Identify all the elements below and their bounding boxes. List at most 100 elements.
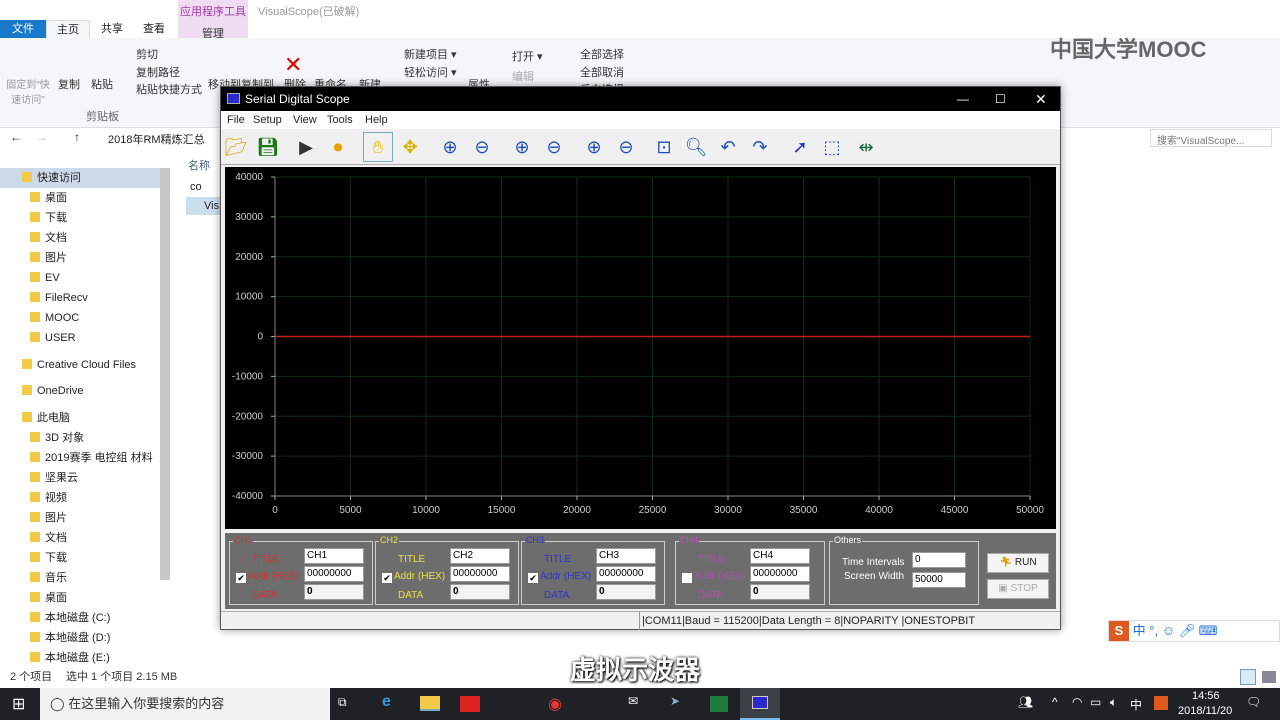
time-intervals-input[interactable]: 0	[912, 552, 966, 568]
run-button[interactable]: 🏃︎ RUN	[987, 553, 1049, 573]
tray-expand-icon[interactable]: ^	[1052, 695, 1058, 709]
forward-icon[interactable]: →	[36, 130, 48, 144]
menu-view[interactable]: View	[293, 111, 317, 129]
mail-icon[interactable]: ✉	[628, 694, 638, 708]
ime-punct[interactable]: °,	[1149, 623, 1158, 638]
title-input[interactable]: CH2	[450, 548, 510, 564]
nav-item[interactable]: 下载	[0, 548, 160, 568]
channel-enable-checkbox[interactable]: ✔	[528, 573, 538, 583]
channel-enable-checkbox[interactable]: ✔	[236, 573, 246, 583]
taskbar-search[interactable]: ◯ 在这里输入你要搜索的内容	[40, 688, 330, 720]
nav-item[interactable]: FileRecv	[0, 288, 160, 308]
nav-item[interactable]: Creative Cloud Files	[0, 355, 160, 375]
menu-setup[interactable]: Setup	[253, 111, 282, 129]
excel-icon[interactable]	[710, 696, 728, 712]
edit-button[interactable]: 编辑	[512, 68, 534, 84]
play-icon[interactable]: ▶	[291, 132, 321, 162]
task-view-icon[interactable]: ⧉	[338, 695, 347, 710]
clock-time[interactable]: 14:56	[1192, 690, 1220, 702]
edge-icon[interactable]: e	[382, 693, 391, 711]
hand-icon[interactable]: ✋︎	[363, 132, 393, 162]
nav-item[interactable]: 快速访问	[0, 168, 160, 188]
cut-button[interactable]: 剪切	[136, 46, 158, 62]
paste-shortcut-button[interactable]: 粘贴快捷方式	[136, 81, 202, 97]
zoom-out-x-icon[interactable]: ⊖	[539, 132, 569, 162]
wifi-icon[interactable]: ◠	[1072, 695, 1082, 709]
addr-input[interactable]: 00000000	[304, 566, 364, 582]
select-box-icon[interactable]: ⬚	[817, 132, 847, 162]
open-button[interactable]: 打开 ▾	[512, 48, 543, 64]
menu-file[interactable]: File	[227, 111, 245, 129]
stop-icon[interactable]: ⏺	[323, 132, 353, 162]
pin-button[interactable]: 固定到"快速访问"	[6, 76, 50, 106]
breadcrumb[interactable]: 2018年RM精炼汇总	[108, 131, 205, 147]
copy-button[interactable]: 复制	[58, 76, 80, 92]
nav-item[interactable]: 桌面	[0, 588, 160, 608]
nav-item[interactable]: 此电脑	[0, 408, 160, 428]
nav-item[interactable]: 本地磁盘 (E:)	[0, 648, 160, 668]
nav-item[interactable]: MOOC	[0, 308, 160, 328]
tab-home[interactable]: 主页	[46, 20, 90, 38]
copy-path-button[interactable]: 复制路径	[136, 64, 180, 80]
up-icon[interactable]: ↑	[74, 130, 80, 144]
column-header-name[interactable]: 名称	[188, 157, 210, 173]
select-all-button[interactable]: 全部选择	[580, 46, 624, 62]
youdao-icon[interactable]	[460, 696, 480, 712]
save-icon[interactable]: 💾︎	[253, 132, 283, 162]
stop-button[interactable]: ▣ STOP	[987, 579, 1049, 599]
nav-item[interactable]: 桌面	[0, 188, 160, 208]
channel-enable-checkbox[interactable]: ✔	[382, 573, 392, 583]
nav-item[interactable]: 文档	[0, 528, 160, 548]
title-input[interactable]: CH3	[596, 548, 656, 564]
nav-item[interactable]: 下载	[0, 208, 160, 228]
ime-indicator[interactable]: 中	[1130, 696, 1142, 713]
nav-item[interactable]: 坚果云	[0, 468, 160, 488]
tab-file[interactable]: 文件	[0, 20, 46, 38]
zoom-fit-icon[interactable]: ⊡	[649, 132, 679, 162]
netease-music-icon[interactable]: ◉	[548, 694, 562, 714]
mic-icon[interactable]: 🎤︎	[1179, 623, 1196, 638]
file-item[interactable]: co	[190, 181, 202, 193]
file-item-selected[interactable]: Vis	[186, 197, 220, 215]
ime-toolbar[interactable]: S 中 °, ☺ 🎤︎ ⌨	[1108, 620, 1280, 642]
nav-item[interactable]: USER	[0, 328, 160, 348]
tab-share[interactable]: 共享	[92, 20, 132, 38]
addr-input[interactable]: 00000000	[596, 566, 656, 582]
new-item-button[interactable]: 新建项目 ▾	[404, 46, 457, 62]
keyboard-icon[interactable]: ⌨	[1199, 623, 1218, 638]
open-folder-icon[interactable]: 📂︎	[221, 132, 251, 162]
visualscope-taskbar-button[interactable]	[740, 688, 780, 720]
maximize-button[interactable]: ☐	[995, 87, 1006, 111]
nav-item[interactable]: 本地磁盘 (C:)	[0, 608, 160, 628]
volume-icon[interactable]: 🔈︎	[1110, 695, 1117, 710]
close-button[interactable]: ✕	[1035, 87, 1047, 111]
nav-item[interactable]: 视频	[0, 488, 160, 508]
zoom-window-icon[interactable]: 🔍︎	[681, 132, 711, 162]
file-explorer-icon[interactable]	[420, 696, 440, 711]
easy-access-button[interactable]: 轻松访问 ▾	[404, 64, 457, 80]
zoom-in-x-icon[interactable]: ⊕	[507, 132, 537, 162]
nav-item[interactable]: 2019赛季 电控组 材料	[0, 448, 160, 468]
nav-item[interactable]: OneDrive	[0, 381, 160, 401]
back-icon[interactable]: ←	[10, 130, 22, 144]
nav-item[interactable]: EV	[0, 268, 160, 288]
menu-help[interactable]: Help	[365, 111, 388, 129]
pointer-icon[interactable]: ➚	[785, 132, 815, 162]
screen-width-input[interactable]: 50000	[912, 572, 966, 588]
paste-button[interactable]: 粘贴	[91, 76, 113, 92]
addr-input[interactable]: 00000000	[750, 566, 810, 582]
tab-view[interactable]: 查看	[134, 20, 174, 38]
select-none-button[interactable]: 全部取消	[580, 64, 624, 80]
app-icon-feather[interactable]: ➤	[670, 694, 680, 708]
nav-item[interactable]: 音乐	[0, 568, 160, 588]
nav-item[interactable]: 文档	[0, 228, 160, 248]
scope-plot[interactable]: 0 5000 10000 15000 20000 25000 30000 35000 40000…	[225, 167, 1056, 529]
emoji-icon[interactable]: ☺	[1162, 623, 1175, 638]
nav-item[interactable]: 图片	[0, 248, 160, 268]
people-icon[interactable]: 👥︎	[1018, 695, 1033, 709]
minimize-button[interactable]: —	[957, 87, 969, 111]
details-view-icon[interactable]	[1240, 669, 1256, 685]
large-icons-view-icon[interactable]	[1262, 671, 1276, 683]
notification-icon[interactable]: 🗨︎	[1246, 695, 1261, 709]
addr-input[interactable]: 00000000	[450, 566, 510, 582]
